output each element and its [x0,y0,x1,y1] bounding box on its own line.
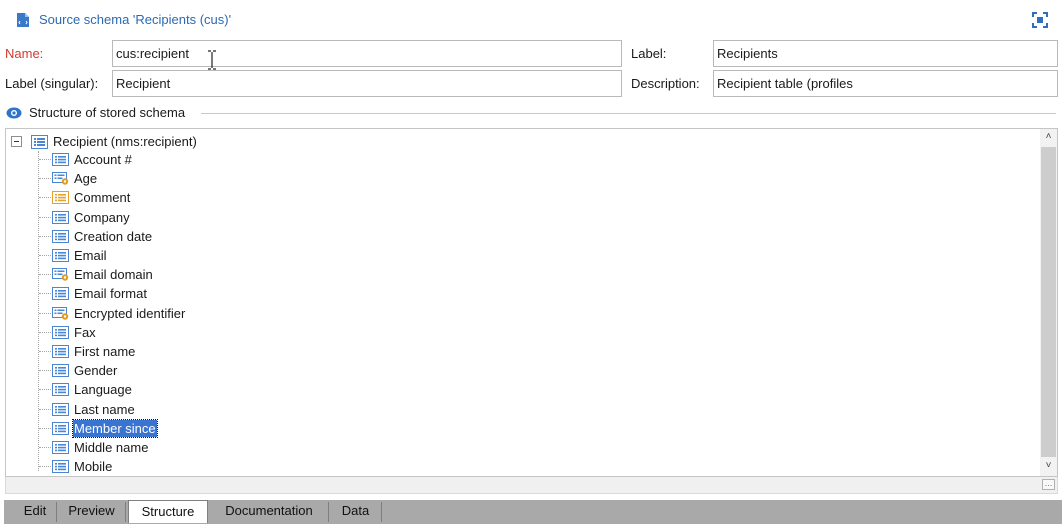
structure-section-header: Structure of stored schema [6,105,1056,121]
attribute-icon [52,460,69,474]
calculated-attribute-icon [52,306,69,320]
more-options-icon[interactable]: … [1042,479,1055,490]
tree-connector [39,216,51,218]
tree-guide-line [38,151,39,471]
status-strip [0,524,1062,532]
tree-connector [39,447,51,448]
label-label: Label: [631,46,667,61]
tree-item-label: Gender [74,363,118,379]
attribute-icon [52,364,69,378]
attribute-icon [52,229,69,243]
tree-item-label: Comment [74,190,131,206]
tree-connector [39,312,51,314]
scroll-up-icon[interactable]: ˄ [1040,129,1057,145]
attribute-icon [52,153,69,166]
attribute-icon [52,287,69,301]
tree-connector [39,197,51,199]
tree-connector [39,351,51,352]
tree-item-label: Age [74,171,98,187]
name-field[interactable]: cus:recipient [112,40,622,67]
eye-icon[interactable] [6,106,22,120]
tab-documentation[interactable]: Documentation [210,502,329,522]
tree-item-label: Creation date [74,228,153,244]
tree-connector [39,427,51,429]
tree-item-label: Email format [74,286,147,302]
description-label: Description: [631,76,700,91]
vertical-scrollbar[interactable]: ˄ ˅ [1040,129,1057,476]
label-singular-label: Label (singular): [5,76,99,91]
calculated-attribute-icon [52,268,69,281]
tree-item-label: Last name [74,401,135,417]
label-singular-field[interactable]: Recipient [112,70,622,97]
attribute-icon [52,421,69,435]
tree-footer-bar: … [5,477,1058,494]
attribute-icon [52,345,69,358]
tree-item-label: Fax [74,324,96,340]
description-field[interactable]: Recipient table (profiles [713,70,1058,97]
attribute-icon [52,402,69,416]
tree-connector [39,370,51,372]
tree-connector [39,274,51,276]
section-divider [201,113,1056,114]
attribute-icon [52,325,69,339]
schema-file-icon [17,13,29,27]
tree-item-label: First name [74,344,136,359]
tree-connector [39,293,51,295]
tree-connector [39,331,51,333]
attribute-icon [52,441,69,454]
fit-to-screen-icon[interactable] [1032,12,1048,28]
scroll-down-icon[interactable]: ˅ [1040,458,1057,474]
tree-connector [39,235,51,237]
tab-edit[interactable]: Edit [14,502,57,522]
calculated-attribute-icon [52,172,69,185]
tree-connector [39,255,51,256]
text-cursor-icon [208,50,216,70]
tree-item-label: Mobile [74,459,113,475]
tree-root-label: Recipient (nms:recipient) [53,134,197,149]
page-title: Source schema 'Recipients (cus)' [39,12,232,27]
attribute-icon [52,210,69,224]
tab-bar: Edit Preview Structure Documentation Dat… [4,500,1062,524]
tree-item-label: Company [74,209,130,225]
tab-preview[interactable]: Preview [58,502,126,522]
attribute-icon [52,383,69,397]
tree-connector [39,178,51,180]
label-field[interactable]: Recipients [713,40,1058,67]
tree-connector [39,159,51,160]
tab-data[interactable]: Data [330,502,382,522]
collapse-icon[interactable] [11,136,22,147]
tree-connector [39,466,51,468]
element-icon [31,135,48,149]
schema-tree[interactable]: Recipient (nms:recipient) Account # Age Co… [5,128,1058,477]
scrollbar-thumb[interactable] [1041,147,1056,457]
section-title: Structure of stored schema [29,105,186,120]
tree-item-label: Language [74,382,132,398]
name-label: Name: [5,46,44,61]
tree-item-label: Encrypted identifier [74,305,186,321]
attribute-icon [52,249,69,262]
tree-item-label: Email [74,248,107,263]
memo-attribute-icon [52,191,69,205]
tree-item-label: Middle name [74,440,149,455]
tree-connector [39,408,51,410]
tree-connector [39,389,51,391]
title-bar: Source schema 'Recipients (cus)' [0,0,1062,38]
tree-item-label: Member since [72,418,158,438]
tree-item-label: Email domain [74,267,153,283]
tree-item-label: Account # [74,152,132,167]
tab-structure[interactable]: Structure [128,500,208,523]
